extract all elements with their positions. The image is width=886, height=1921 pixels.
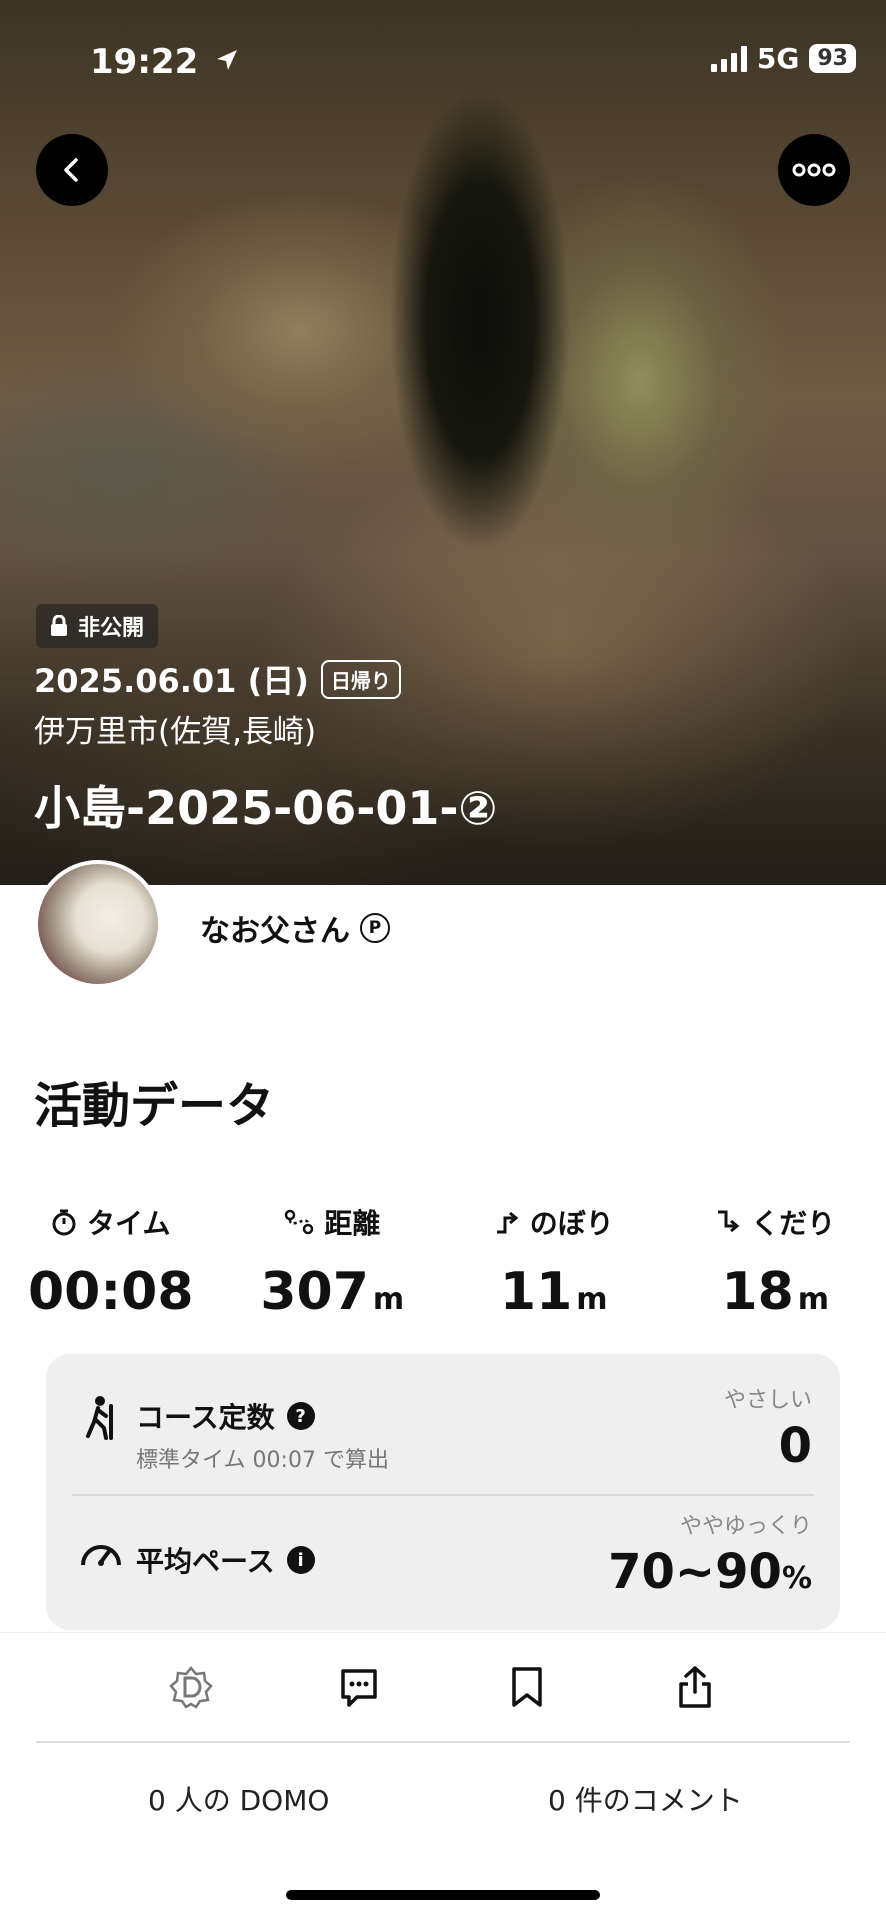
bookmark-button[interactable] xyxy=(503,1663,551,1711)
comment-count[interactable]: 0 件のコメント xyxy=(548,1779,743,1819)
comment-icon xyxy=(337,1665,381,1709)
stat-value: 11 xyxy=(500,1262,572,1322)
activity-title: 小島-2025-06-01-② xyxy=(34,772,497,838)
location-arrow-icon xyxy=(214,47,240,73)
average-pace-row: 平均ペース i ややゆっくり 70~90% xyxy=(46,1492,840,1630)
premium-badge: P xyxy=(360,913,390,943)
stat-label: 距離 xyxy=(324,1202,380,1242)
lock-icon xyxy=(50,615,68,637)
share-button[interactable] xyxy=(671,1663,719,1711)
stat-unit: m xyxy=(576,1282,607,1317)
gauge-icon xyxy=(78,1532,124,1578)
stat-value: 18 xyxy=(721,1262,793,1322)
stat-time: タイム 00:08 xyxy=(0,1202,222,1322)
user-name[interactable]: なお父さん xyxy=(200,906,350,950)
privacy-badge: 非公開 xyxy=(36,604,158,648)
stat-distance: 距離 307m xyxy=(222,1202,444,1322)
domo-count[interactable]: 0 人の DOMO xyxy=(148,1779,329,1819)
descent-icon xyxy=(715,1209,741,1235)
activity-location: 伊万里市(佐賀,長崎) xyxy=(34,706,316,751)
network-label: 5G xyxy=(757,42,799,75)
stat-label: タイム xyxy=(87,1202,170,1242)
home-indicator[interactable] xyxy=(286,1890,600,1900)
stat-label: くだり xyxy=(751,1202,835,1242)
stat-value: 307 xyxy=(260,1262,369,1322)
pace-rating: ややゆっくり xyxy=(680,1508,812,1540)
status-indicators: 5G 93 xyxy=(711,42,856,75)
stat-unit: m xyxy=(798,1282,829,1317)
stat-label: のぼり xyxy=(530,1202,614,1242)
stats-row: タイム 00:08 距離 307m のぼり 11m くだり 18m xyxy=(0,1202,886,1322)
course-constant-row: コース定数? 標準タイム 00:07 で算出 やさしい 0 xyxy=(46,1354,840,1492)
status-time-text: 19:22 xyxy=(90,42,198,82)
pace-value: 70~90% xyxy=(608,1544,812,1600)
average-pace-label: 平均ペース xyxy=(136,1540,275,1580)
course-pace-card: コース定数? 標準タイム 00:07 で算出 やさしい 0 平均ペース i ややゆ… xyxy=(46,1354,840,1630)
activity-date-row: 2025.06.01 (日) 日帰り xyxy=(34,656,401,702)
comment-button[interactable] xyxy=(335,1663,383,1711)
status-time: 19:22 xyxy=(90,42,240,82)
stat-value: 00:08 xyxy=(28,1262,194,1322)
cover-photo xyxy=(0,0,886,885)
ascent-icon xyxy=(494,1209,520,1235)
hiker-icon xyxy=(78,1394,124,1440)
timer-icon xyxy=(51,1208,77,1236)
user-avatar[interactable] xyxy=(34,860,162,988)
stat-unit: m xyxy=(373,1282,404,1317)
more-options-button[interactable] xyxy=(778,134,850,206)
domo-icon xyxy=(168,1664,214,1710)
trip-type-badge: 日帰り xyxy=(321,660,401,699)
bookmark-icon xyxy=(507,1665,547,1709)
battery-indicator: 93 xyxy=(809,44,856,73)
bottom-action-bar: 0 人の DOMO 0 件のコメント xyxy=(0,1632,886,1921)
info-icon[interactable]: i xyxy=(287,1546,315,1574)
privacy-label: 非公開 xyxy=(78,610,144,642)
signal-icon xyxy=(711,46,747,72)
route-icon xyxy=(284,1208,314,1236)
activity-date: 2025.06.01 (日) xyxy=(34,656,309,702)
course-value: 0 xyxy=(779,1418,812,1474)
share-icon xyxy=(675,1664,715,1710)
course-rating: やさしい xyxy=(724,1382,812,1414)
action-divider xyxy=(36,1741,850,1743)
domo-button[interactable] xyxy=(167,1663,215,1711)
stat-ascent: のぼり 11m xyxy=(443,1202,665,1322)
stat-descent: くだり 18m xyxy=(665,1202,886,1322)
action-icons xyxy=(0,1663,886,1711)
back-button[interactable] xyxy=(36,134,108,206)
more-icon xyxy=(792,163,836,177)
pace-unit: % xyxy=(782,1561,812,1596)
user-name-row[interactable]: なお父さん P xyxy=(200,906,390,950)
course-constant-label: コース定数 xyxy=(136,1396,275,1436)
pace-value-number: 70~90 xyxy=(608,1544,782,1600)
question-icon[interactable]: ? xyxy=(287,1402,315,1430)
course-standard-time: 標準タイム 00:07 で算出 xyxy=(136,1442,389,1474)
back-icon xyxy=(57,155,87,185)
section-title: 活動データ xyxy=(34,1066,274,1136)
